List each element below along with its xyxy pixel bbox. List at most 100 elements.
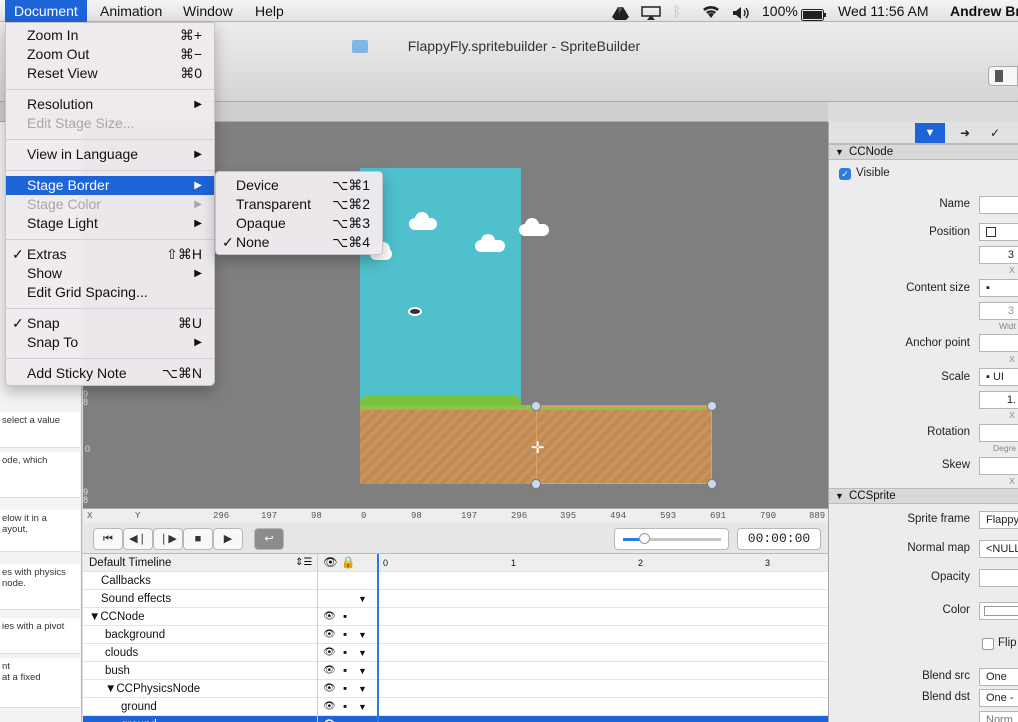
visibility-icon[interactable]: 👁 [323, 680, 336, 698]
cloud-sprite[interactable] [519, 218, 549, 236]
menu-item-extras[interactable]: ✓ Extras ⇧⌘H [6, 245, 214, 264]
resize-handle[interactable] [707, 401, 717, 411]
timeline-row[interactable]: bush 👁 ▪ ▼ [83, 662, 828, 680]
keyframe-menu-icon[interactable]: ▼ [358, 626, 367, 644]
section-ccsprite[interactable]: ▼ CCSprite [829, 488, 1018, 504]
menu-item-view-in-language[interactable]: View in Language ▶ [6, 145, 214, 164]
name-field[interactable] [979, 196, 1018, 214]
stop-button[interactable]: ■ [183, 528, 213, 550]
timeline-row[interactable]: clouds 👁 ▪ ▼ [83, 644, 828, 662]
timeline-row[interactable]: background 👁 ▪ ▼ [83, 626, 828, 644]
battery-icon[interactable] [801, 5, 827, 21]
timeline-select-icon[interactable]: ⇕☰ [295, 554, 312, 572]
normal-map-select[interactable]: <NULL [979, 540, 1018, 558]
timeline-row[interactable]: ▼CCPhysicsNode 👁 ▪ ▼ [83, 680, 828, 698]
properties-tab-icon[interactable]: ▼ [915, 123, 945, 143]
bluetooth-icon[interactable]: ᛒ [673, 0, 681, 22]
lock-icon[interactable]: 🔒 [341, 554, 355, 572]
wifi-icon[interactable] [701, 3, 721, 19]
submenu-item-none[interactable]: ✓ None ⌥⌘4 [216, 233, 382, 252]
visibility-icon[interactable]: 👁 [323, 626, 336, 644]
keyframe-menu-icon[interactable]: ▼ [358, 716, 367, 722]
menu-animation[interactable]: Animation [91, 0, 171, 22]
keyframe-menu-icon[interactable]: ▼ [358, 662, 367, 680]
lock-toggle-icon[interactable]: ▪ [343, 716, 347, 722]
step-back-button[interactable]: ◀❘ [123, 528, 153, 550]
menu-window[interactable]: Window [174, 0, 242, 22]
timeline-row[interactable]: ground 👁 ▪ ▼ [83, 698, 828, 716]
blend-dst-select[interactable]: One - [979, 689, 1018, 707]
menubar-clock[interactable]: Wed 11:56 AM [838, 0, 929, 22]
menu-item-add-sticky-note[interactable]: Add Sticky Note ⌥⌘N [6, 364, 214, 383]
content-size-width-field[interactable]: 3 [979, 302, 1018, 320]
sound-menu-icon[interactable]: ▼ [358, 590, 367, 608]
jump-start-button[interactable]: ⏮ [93, 528, 123, 550]
visible-checkbox[interactable]: ✓ [839, 168, 851, 180]
drive-icon[interactable] [612, 4, 629, 20]
panel-toggle-button[interactable] [988, 66, 1018, 86]
lock-toggle-icon[interactable]: ▪ [343, 644, 347, 662]
help-card[interactable]: es with physics node. [0, 564, 80, 610]
keyframe-menu-icon[interactable]: ▼ [358, 680, 367, 698]
scale-x-field[interactable]: 1. [979, 391, 1018, 409]
timeline-row[interactable]: ▼CCNode 👁 ▪ [83, 608, 828, 626]
menu-item-stage-light[interactable]: Stage Light ▶ [6, 214, 214, 233]
keyframe-menu-icon[interactable]: ▼ [358, 644, 367, 662]
skew-x-field[interactable] [979, 457, 1018, 475]
timeline-row[interactable]: ground 👁 ▪ ▼ [83, 716, 828, 722]
bird-sprite[interactable] [408, 307, 422, 316]
slider-knob[interactable] [639, 533, 650, 544]
menu-item-stage-border[interactable]: Stage Border ▶ [6, 176, 214, 195]
menu-help[interactable]: Help [246, 0, 293, 22]
menu-item-zoom-out[interactable]: Zoom Out ⌘− [6, 45, 214, 64]
menu-item-show[interactable]: Show ▶ [6, 264, 214, 283]
section-ccnode[interactable]: ▼ CCNode [829, 144, 1018, 160]
lock-toggle-icon[interactable]: ▪ [343, 608, 347, 626]
position-x-field[interactable]: 3 [979, 246, 1018, 264]
position-type-select[interactable] [979, 223, 1018, 241]
menu-item-resolution[interactable]: Resolution ▶ [6, 95, 214, 114]
menubar-user[interactable]: Andrew Br [950, 0, 1018, 22]
cloud-sprite[interactable] [409, 212, 437, 230]
help-card[interactable]: select a value [0, 412, 80, 448]
lock-toggle-icon[interactable]: ▪ [343, 698, 347, 716]
blend-src-select[interactable]: One [979, 668, 1018, 686]
visibility-icon[interactable]: 👁 [323, 716, 336, 722]
anchor-x-field[interactable] [979, 334, 1018, 352]
keyframe-menu-icon[interactable]: ▼ [358, 698, 367, 716]
menu-document[interactable]: Document [5, 0, 87, 22]
step-forward-button[interactable]: ❘▶ [153, 528, 183, 550]
loop-button[interactable]: ↩ [254, 528, 284, 550]
submenu-item-transparent[interactable]: Transparent ⌥⌘2 [216, 195, 382, 214]
resize-handle[interactable] [531, 479, 541, 489]
menu-item-snap[interactable]: ✓ Snap ⌘U [6, 314, 214, 333]
sprite-frame-select[interactable]: Flappy [979, 511, 1018, 529]
menu-item-zoom-in[interactable]: Zoom In ⌘+ [6, 26, 214, 45]
anchor-point-icon[interactable]: ✛ [531, 438, 544, 458]
scale-type-select[interactable]: ▪ UI [979, 368, 1018, 386]
playhead[interactable] [377, 554, 379, 722]
volume-icon[interactable] [732, 4, 750, 19]
rotation-field[interactable] [979, 424, 1018, 442]
cloud-sprite[interactable] [475, 234, 505, 252]
lock-toggle-icon[interactable]: ▪ [343, 662, 347, 680]
resize-handle[interactable] [531, 401, 541, 411]
timeline-row[interactable]: Sound effects ▼ [83, 590, 828, 608]
color-well[interactable] [979, 602, 1018, 620]
background-sprite[interactable] [360, 168, 521, 406]
visibility-icon[interactable]: 👁 [323, 608, 336, 626]
opacity-field[interactable] [979, 569, 1018, 587]
code-connections-tab-icon[interactable]: ➜ [955, 123, 975, 143]
submenu-item-device[interactable]: Device ⌥⌘1 [216, 176, 382, 195]
menu-item-snap-to[interactable]: Snap To ▶ [6, 333, 214, 352]
help-card[interactable]: ode, which [0, 452, 80, 498]
resize-handle[interactable] [707, 479, 717, 489]
submenu-item-opaque[interactable]: Opaque ⌥⌘3 [216, 214, 382, 233]
lock-toggle-icon[interactable]: ▪ [343, 626, 347, 644]
content-size-type-select[interactable]: ▪ [979, 279, 1018, 297]
timeline-name[interactable]: Default Timeline [89, 554, 171, 572]
airplay-icon[interactable] [641, 4, 661, 20]
timeline-zoom-slider[interactable] [614, 528, 729, 550]
flip-checkbox[interactable] [982, 638, 994, 650]
physics-tab-icon[interactable]: ✓ [985, 123, 1005, 143]
